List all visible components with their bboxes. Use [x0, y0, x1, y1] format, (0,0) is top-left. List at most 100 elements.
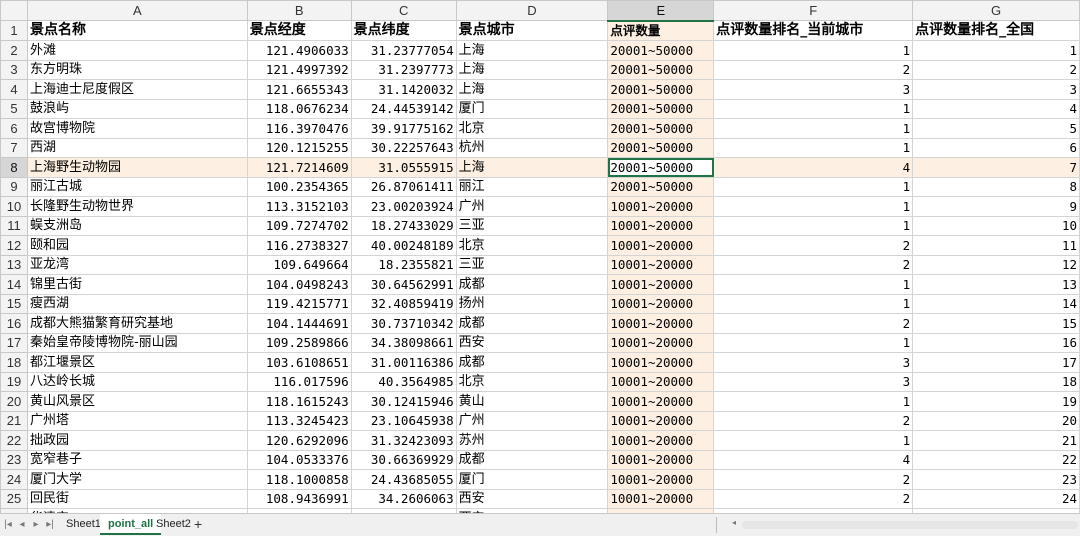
cell-review-count[interactable]: 20001~50000 [607, 176, 715, 197]
row-header[interactable]: 21 [0, 410, 28, 431]
cell-longitude[interactable]: 121.7214609 [246, 157, 352, 178]
cell-latitude[interactable]: 31.00116386 [350, 352, 457, 373]
cell-city[interactable]: 苏州 [455, 430, 609, 451]
cell-rank-city[interactable]: 4 [713, 449, 914, 470]
cell-latitude[interactable]: 40.3564985 [350, 371, 457, 392]
cell-city[interactable]: 上海 [455, 40, 609, 61]
cell-name[interactable]: 秦始皇帝陵博物院-丽山园 [26, 332, 248, 353]
cell-city[interactable]: 西安 [455, 488, 609, 509]
row-header[interactable]: 12 [0, 235, 28, 256]
cell-city[interactable]: 三亚 [455, 215, 609, 236]
cell-review-count[interactable]: 20001~50000 [607, 79, 715, 100]
cell-rank-city[interactable]: 3 [713, 352, 914, 373]
cell-rank-national[interactable]: 2 [912, 59, 1080, 80]
cell-latitude[interactable]: 30.73710342 [350, 313, 457, 334]
cell-longitude[interactable]: 109.7274702 [246, 215, 352, 236]
cell-latitude[interactable]: 32.40859419 [350, 293, 457, 314]
cell-rank-city[interactable]: 1 [713, 274, 914, 295]
cell-rank-city[interactable]: 2 [713, 313, 914, 334]
cell-name[interactable]: 长隆野生动物世界 [26, 196, 248, 217]
cell-longitude[interactable]: 116.017596 [246, 371, 352, 392]
cell-rank-city[interactable]: 1 [713, 176, 914, 197]
cell-longitude[interactable]: 113.3152103 [246, 196, 352, 217]
cell-rank-national[interactable]: 13 [912, 274, 1080, 295]
cell-name[interactable]: 黄山风景区 [26, 391, 248, 412]
cell-longitude[interactable]: 109.2589866 [246, 332, 352, 353]
cell-longitude[interactable]: 120.6292096 [246, 430, 352, 451]
cell-name[interactable]: 蜈支洲岛 [26, 215, 248, 236]
cell-longitude[interactable]: 109.649664 [246, 254, 352, 275]
row-header[interactable]: 8 [0, 157, 28, 178]
cell-rank-city[interactable]: 4 [713, 157, 914, 178]
row-header[interactable]: 11 [0, 215, 28, 236]
row-header[interactable]: 14 [0, 274, 28, 295]
cell-rank-city[interactable]: 2 [713, 59, 914, 80]
cell-longitude[interactable]: 120.1215255 [246, 137, 352, 158]
column-header-f[interactable]: F [713, 0, 914, 21]
cell-rank-city[interactable]: 1 [713, 196, 914, 217]
row-header[interactable]: 4 [0, 79, 28, 100]
cell-review-count[interactable]: 10001~20000 [607, 332, 715, 353]
horizontal-scrollbar[interactable] [742, 521, 1078, 529]
cell-name[interactable]: 都江堰景区 [26, 352, 248, 373]
cell-review-count[interactable]: 10001~20000 [607, 430, 715, 451]
cell-name[interactable]: 丽江古城 [26, 176, 248, 197]
header-cell-reviews[interactable]: 点评数量 [607, 20, 715, 41]
cell-city[interactable]: 广州 [455, 410, 609, 431]
cell-city[interactable]: 成都 [455, 449, 609, 470]
cell-city[interactable]: 扬州 [455, 293, 609, 314]
header-cell-name[interactable]: 景点名称 [26, 20, 248, 41]
row-header[interactable]: 6 [0, 118, 28, 139]
cell-review-count[interactable]: 10001~20000 [607, 488, 715, 509]
row-header[interactable]: 18 [0, 352, 28, 373]
cell-name[interactable]: 拙政园 [26, 430, 248, 451]
last-sheet-icon[interactable]: ▸| [44, 518, 56, 532]
row-header[interactable]: 9 [0, 176, 28, 197]
header-cell-rank-city[interactable]: 点评数量排名_当前城市 [713, 20, 914, 41]
cell-latitude[interactable]: 18.27433029 [350, 215, 457, 236]
cell-rank-national[interactable]: 8 [912, 176, 1080, 197]
column-header-e[interactable]: E [607, 0, 715, 22]
cell-rank-national[interactable]: 5 [912, 118, 1080, 139]
cell-latitude[interactable]: 30.12415946 [350, 391, 457, 412]
cell-latitude[interactable]: 18.2355821 [350, 254, 457, 275]
cell-latitude[interactable]: 34.2606063 [350, 488, 457, 509]
header-cell-rank-nat[interactable]: 点评数量排名_全国 [912, 20, 1080, 41]
cell-rank-city[interactable]: 1 [713, 40, 914, 61]
cell-city[interactable]: 三亚 [455, 254, 609, 275]
cell-rank-city[interactable]: 1 [713, 137, 914, 158]
first-sheet-icon[interactable]: |◂ [2, 518, 14, 532]
cell-longitude[interactable]: 118.1000858 [246, 469, 352, 490]
cell-latitude[interactable]: 31.32423093 [350, 430, 457, 451]
cell-longitude[interactable]: 121.4997392 [246, 59, 352, 80]
cell-name[interactable]: 厦门大学 [26, 469, 248, 490]
cell-rank-national[interactable]: 15 [912, 313, 1080, 334]
cell-latitude[interactable]: 31.23777054 [350, 40, 457, 61]
row-header[interactable]: 5 [0, 98, 28, 119]
cell-rank-national[interactable]: 3 [912, 79, 1080, 100]
cell-review-count[interactable]: 10001~20000 [607, 371, 715, 392]
cell-rank-national[interactable]: 23 [912, 469, 1080, 490]
cell-rank-national[interactable]: 9 [912, 196, 1080, 217]
cell-latitude[interactable]: 30.22257643 [350, 137, 457, 158]
cell-rank-national[interactable]: 20 [912, 410, 1080, 431]
cell-rank-national[interactable]: 22 [912, 449, 1080, 470]
cell-latitude[interactable]: 34.38098661 [350, 332, 457, 353]
cell-rank-national[interactable]: 16 [912, 332, 1080, 353]
cell-name[interactable]: 宽窄巷子 [26, 449, 248, 470]
cell-city[interactable]: 北京 [455, 371, 609, 392]
cell-longitude[interactable]: 104.1444691 [246, 313, 352, 334]
row-header[interactable]: 22 [0, 430, 28, 451]
row-header[interactable]: 15 [0, 293, 28, 314]
cell-city[interactable]: 成都 [455, 352, 609, 373]
cell-rank-city[interactable]: 3 [713, 79, 914, 100]
cell-longitude[interactable]: 116.2738327 [246, 235, 352, 256]
cell-latitude[interactable]: 31.0555915 [350, 157, 457, 178]
column-header-d[interactable]: D [455, 0, 609, 21]
cell-longitude[interactable]: 118.0676234 [246, 98, 352, 119]
prev-sheet-icon[interactable]: ◂ [16, 518, 28, 532]
cell-review-count[interactable]: 10001~20000 [607, 274, 715, 295]
cell-review-count[interactable]: 10001~20000 [607, 410, 715, 431]
cell-name[interactable]: 广州塔 [26, 410, 248, 431]
cell-rank-city[interactable]: 2 [713, 488, 914, 509]
